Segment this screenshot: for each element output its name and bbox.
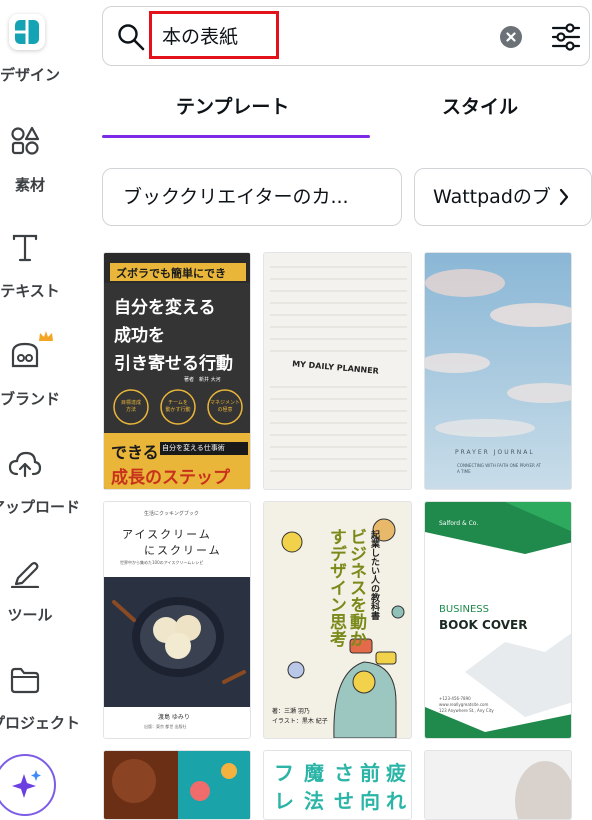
- crown-icon: [39, 331, 53, 341]
- sidebar: デザイン 素材 テキスト ブランド アップロード: [0, 0, 92, 816]
- chip-book-creator[interactable]: ブッククリエイターのカ...: [102, 168, 402, 226]
- search-highlight: [149, 11, 279, 59]
- text-icon: [12, 234, 38, 262]
- sparkle-icon: [12, 770, 41, 798]
- folder-icon: [10, 667, 40, 694]
- food-thumbnail: [104, 751, 250, 819]
- filter-sliders-icon[interactable]: [551, 22, 581, 52]
- sidebar-item-label: ブランド: [0, 390, 60, 408]
- template-card-design-thinking[interactable]: ビジネスを動かすデザイン思考 起業したい人の教科書 著：三瀬 羽乃 イラスト：黒…: [263, 501, 412, 739]
- template-card-success[interactable]: ズボラでも簡単にでき 自分を変える 成功を 引き寄せる行動 著者 新井 大河 目…: [103, 252, 251, 490]
- sidebar-item-label: プロジェクト: [0, 714, 81, 732]
- active-tab-indicator: [102, 135, 370, 138]
- chevron-right-icon[interactable]: [556, 183, 572, 211]
- template-card-food[interactable]: [103, 750, 251, 820]
- brand-icon: [11, 342, 39, 368]
- tab-styles[interactable]: スタイル: [442, 92, 518, 119]
- search-icon: [118, 24, 145, 51]
- close-icon: [506, 32, 516, 42]
- design-icon: [9, 14, 45, 50]
- template-card-planner[interactable]: MY DAILY PLANNER: [263, 252, 412, 490]
- template-card-kanji[interactable]: フ レ 魔 法 さ せ 前 向 疲 れ: [263, 750, 412, 820]
- template-card-business-cover[interactable]: Salford & Co. BUSINESS BOOK COVER +123-4…: [424, 501, 572, 739]
- search-input[interactable]: [152, 14, 276, 56]
- search-bar: [102, 6, 590, 66]
- sidebar-item-label: 素材: [14, 176, 45, 194]
- clear-search-button[interactable]: [500, 26, 522, 48]
- sidebar-item-label: ツール: [7, 606, 53, 624]
- photo-thumbnail: [425, 751, 571, 819]
- sidebar-item-label: アップロード: [0, 498, 81, 516]
- template-card-photo[interactable]: [424, 750, 572, 820]
- tab-templates[interactable]: テンプレート: [176, 92, 289, 119]
- upload-cloud-icon: [8, 451, 42, 478]
- magic-button[interactable]: [0, 754, 56, 816]
- template-card-prayer-journal[interactable]: PRAYER JOURNAL CONNECTING WITH FAITH ONE…: [424, 252, 572, 490]
- template-card-icecream[interactable]: 生活にクッキングブック アイスクリーム にスクリーム 世界中から集めた100のア…: [103, 501, 251, 739]
- pen-tool-icon: [10, 562, 40, 588]
- sidebar-item-label: テキスト: [0, 282, 60, 300]
- shapes-icon: [11, 126, 40, 155]
- sidebar-item-label: デザイン: [0, 66, 60, 84]
